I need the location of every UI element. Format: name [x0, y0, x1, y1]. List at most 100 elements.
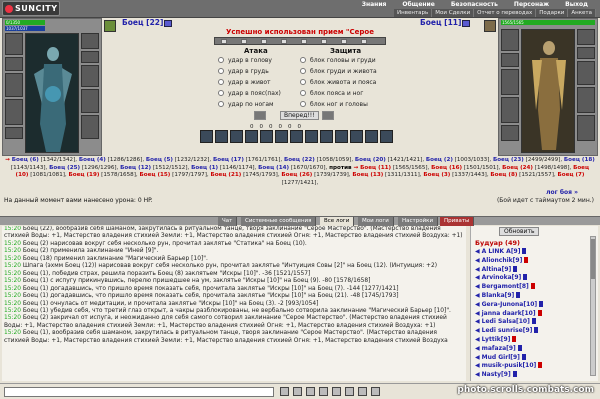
filter-icon[interactable] [319, 387, 328, 396]
gloves-slot[interactable] [81, 65, 99, 87]
user-list-item[interactable]: ◀ Ledi Salsa[10] [475, 318, 595, 327]
skill-icon[interactable] [350, 130, 363, 143]
user-nick[interactable]: Arvinoka[9] [482, 274, 522, 281]
fighter-name[interactable]: Боец (12) [120, 165, 151, 171]
send-icon[interactable] [280, 387, 289, 396]
private-arrow-icon[interactable]: ◀ [475, 371, 480, 378]
user-list-item[interactable]: ◀ Alionchik[9] [475, 256, 595, 266]
user-list-item[interactable]: ◀ Gera-Junona[10] [475, 300, 595, 310]
user-list-item[interactable]: ◀ Arvinoka[9] [475, 274, 595, 283]
fighter-name[interactable]: Боец (16) [431, 165, 462, 171]
helmet-slot[interactable] [501, 29, 519, 51]
info-icon[interactable] [523, 274, 528, 281]
skill-icon[interactable] [245, 130, 258, 143]
right-player-name[interactable]: Боец [11] [420, 18, 471, 28]
fighter-name[interactable]: Боец (8) [490, 172, 517, 178]
gloves-slot[interactable] [577, 61, 595, 85]
fighter-name[interactable]: Боец (17) [213, 157, 244, 163]
belt-slot[interactable] [501, 125, 519, 141]
private-arrow-icon[interactable]: ◀ [475, 310, 480, 317]
user-nick[interactable]: janna daark[10] [482, 310, 536, 317]
menu-character[interactable]: Персонаж [506, 1, 557, 9]
belt-slot[interactable] [5, 127, 23, 139]
user-list-item[interactable]: ◀ Blanka[9] [475, 291, 595, 301]
info-icon[interactable] [521, 353, 526, 360]
defense-option-3[interactable]: блок живота и пояса [300, 79, 376, 87]
info-icon[interactable] [517, 344, 522, 351]
user-nick[interactable]: Mud Girl[9] [482, 354, 520, 361]
info-icon[interactable] [164, 19, 173, 27]
defense-option-5[interactable]: блок ног и головы [300, 101, 368, 109]
exit-icon[interactable] [371, 387, 380, 396]
weapon-slot[interactable] [501, 69, 519, 95]
private-arrow-icon[interactable]: ◀ [475, 345, 480, 352]
info-icon[interactable] [462, 19, 471, 27]
user-nick[interactable]: Ledi Salsa[10] [482, 318, 530, 325]
user-nick[interactable]: Ledi sunrise[9] [482, 327, 533, 334]
skill-icon[interactable] [305, 130, 318, 143]
user-nick[interactable]: Blanka[9] [482, 292, 515, 299]
info-icon[interactable] [539, 300, 544, 307]
spell-slot[interactable] [281, 39, 287, 44]
skill-icon[interactable] [365, 130, 378, 143]
battle-log-link[interactable]: лог боя » [546, 189, 578, 196]
refresh-button[interactable]: Обновить [499, 227, 540, 236]
user-list-item[interactable]: ◀ mafaza[9] [475, 344, 595, 354]
left-player-name[interactable]: Боец [22] [122, 18, 173, 28]
submenu-profile[interactable]: Анкета [568, 9, 596, 17]
info-icon[interactable] [531, 318, 536, 325]
spell-slot[interactable] [261, 39, 267, 44]
radio-icon[interactable] [218, 101, 224, 107]
left-avatar[interactable] [25, 33, 79, 153]
user-nick[interactable]: Bergamont[8] [482, 283, 529, 290]
weapon-slot[interactable] [5, 73, 23, 97]
defense-option-4[interactable]: блок пояса и ног [300, 90, 363, 98]
info-icon[interactable] [522, 248, 527, 254]
right-avatar[interactable] [521, 29, 575, 153]
go-button[interactable]: Вперед!!! [280, 111, 319, 120]
tab-chat[interactable]: Чат [218, 217, 238, 226]
shield-slot[interactable] [81, 89, 99, 113]
radio-icon[interactable] [218, 79, 224, 85]
spell-slot[interactable] [361, 39, 367, 44]
necklace-slot[interactable] [5, 57, 23, 71]
attack-option-legs[interactable]: удар по ногам [218, 101, 274, 109]
skill-icon[interactable] [380, 130, 393, 143]
info-icon[interactable] [530, 283, 535, 290]
user-list-item[interactable]: ◀ Lyttik[9] [475, 335, 595, 345]
private-arrow-icon[interactable]: ◀ [475, 248, 480, 255]
menu-knowledge[interactable]: Знания [354, 1, 395, 9]
user-nick[interactable]: A LINK A[9] [482, 248, 521, 255]
tab-all-logs[interactable]: Все логи [320, 217, 355, 226]
scroll-icon[interactable] [358, 387, 367, 396]
boots-slot[interactable] [81, 115, 99, 139]
users-scrollbar[interactable] [590, 236, 596, 376]
fighter-name[interactable]: Боец (18) [564, 157, 595, 163]
spell-slot[interactable] [241, 39, 247, 44]
armor-slot[interactable] [5, 99, 23, 125]
suncity-logo[interactable]: SUNCITY [2, 1, 60, 16]
fighter-name[interactable]: Боец (4) [79, 157, 106, 163]
private-arrow-icon[interactable]: ◀ [475, 266, 480, 273]
private-arrow-icon[interactable]: ◀ [475, 336, 480, 343]
tab-system-messages[interactable]: Системные сообщения [241, 217, 317, 226]
radio-icon[interactable] [300, 57, 306, 63]
skill-icon[interactable] [230, 130, 243, 143]
info-icon[interactable] [512, 371, 517, 378]
radio-icon[interactable] [300, 79, 306, 85]
ring-slot[interactable] [81, 51, 99, 63]
attack-option-belly[interactable]: удар в живот [218, 79, 271, 87]
defense-option-2[interactable]: блок груди и живота [300, 68, 377, 76]
fighter-name[interactable]: Боец (19) [69, 172, 100, 178]
user-list-item[interactable]: ◀ Nasty[9] [475, 371, 595, 380]
info-icon[interactable] [512, 335, 517, 342]
user-list-item[interactable]: ◀ Ledi sunrise[9] [475, 327, 595, 336]
user-nick[interactable]: Nasty[9] [482, 371, 511, 378]
private-arrow-icon[interactable]: ◀ [475, 283, 480, 290]
fighter-name[interactable]: Боец (11) [360, 165, 391, 171]
fighter-name[interactable]: Боец (21) [210, 172, 241, 178]
fighter-name[interactable]: Боец (6) [12, 157, 39, 163]
attack-option-waist[interactable]: удар в пояс(пах) [218, 90, 281, 98]
smile-icon[interactable] [306, 387, 315, 396]
skill-icon[interactable] [200, 130, 213, 143]
